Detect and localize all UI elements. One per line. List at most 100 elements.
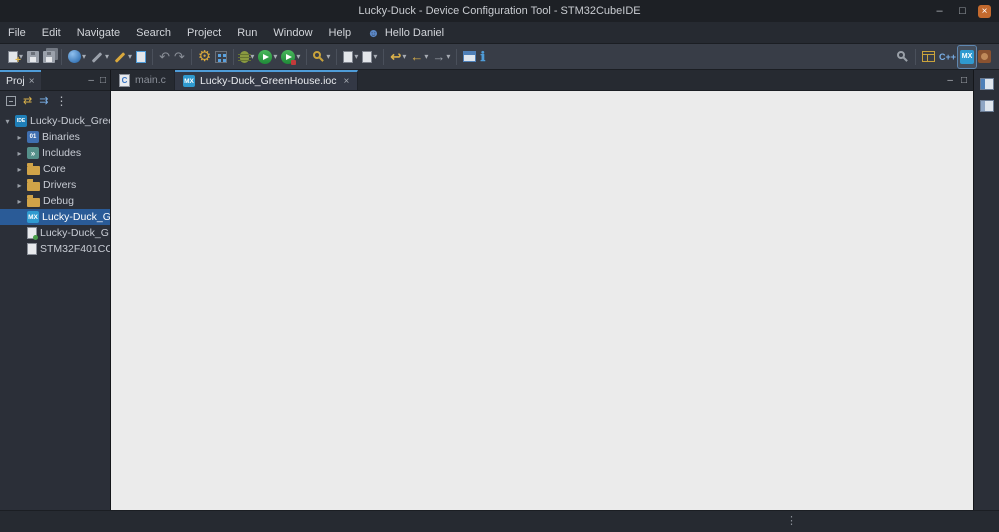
close-icon[interactable]: ×	[344, 76, 350, 87]
collapse-arrow-icon[interactable]: ▸	[15, 197, 24, 206]
restore-view-button-2[interactable]	[979, 100, 994, 112]
tree-item-debug[interactable]: ▸ Debug	[0, 193, 110, 209]
chevron-down-icon[interactable]: ▾	[296, 52, 300, 61]
collapse-all-icon[interactable]	[6, 96, 16, 106]
tree-item-includes[interactable]: ▸ » Includes	[0, 145, 110, 161]
open-element-button[interactable]	[134, 46, 148, 68]
debug-perspective-button[interactable]	[976, 46, 993, 68]
menu-file[interactable]: File	[0, 22, 34, 43]
run-button[interactable]: ▾	[256, 46, 279, 68]
minimize-button[interactable]: –	[932, 4, 947, 19]
flash-programmer-button[interactable]: ▾	[88, 46, 111, 68]
save-button[interactable]	[25, 46, 41, 68]
close-icon[interactable]: ×	[29, 76, 35, 87]
undo-button[interactable]: ↶	[157, 46, 172, 68]
new-wizard-button[interactable]: + ▾	[6, 46, 25, 68]
build-hammer-icon	[113, 50, 127, 64]
chevron-down-icon[interactable]: ▾	[326, 52, 330, 61]
device-configuration-button[interactable]: ⚙	[196, 46, 213, 68]
window-controls: – □ ×	[932, 4, 999, 19]
tree-item-device-file[interactable]: STM32F401CC	[0, 241, 110, 257]
tab-greenhouse-ioc[interactable]: MX Lucky-Duck_GreenHouse.ioc ×	[174, 70, 359, 90]
menu-project[interactable]: Project	[179, 22, 229, 43]
quick-search-icon	[896, 51, 905, 59]
minimize-editor-button[interactable]: –	[947, 75, 953, 86]
target-sphere-icon	[68, 50, 82, 63]
save-all-button[interactable]	[41, 46, 57, 68]
tree-item-core[interactable]: ▸ Core	[0, 161, 110, 177]
chevron-down-icon[interactable]: ▾	[128, 52, 132, 61]
open-perspective-button[interactable]	[920, 46, 937, 68]
explorer-tabbar: Proj × – □	[0, 70, 110, 91]
chevron-down-icon[interactable]: ▾	[82, 52, 86, 61]
menu-edit[interactable]: Edit	[34, 22, 69, 43]
collapse-arrow-icon[interactable]: ▸	[15, 165, 24, 174]
chevron-down-icon[interactable]: ▾	[273, 52, 277, 61]
open-window-button[interactable]	[461, 46, 478, 68]
redo-icon: ↷	[173, 49, 185, 64]
chevron-down-icon[interactable]: ▾	[354, 52, 358, 61]
tree-item-project-root[interactable]: ▾ IDE Lucky-Duck_Gree	[0, 113, 110, 129]
maximize-button[interactable]: □	[955, 4, 970, 19]
back-button[interactable]: ← ▾	[408, 46, 430, 68]
search-button[interactable]: ▾	[311, 46, 332, 68]
maximize-view-button[interactable]: □	[100, 75, 106, 86]
quick-access-search-button[interactable]	[895, 46, 911, 68]
chevron-down-icon[interactable]: ▾	[373, 52, 377, 61]
project-explorer-tab-label: Proj	[6, 75, 25, 87]
about-info-button[interactable]: ℹ	[478, 46, 487, 68]
stm32-target-button[interactable]: ▾	[66, 46, 88, 68]
collapse-arrow-icon[interactable]: ▸	[15, 181, 24, 190]
chevron-down-icon[interactable]: ▾	[424, 52, 428, 61]
build-button[interactable]: ▾	[111, 46, 134, 68]
chevron-down-icon[interactable]: ▾	[446, 52, 450, 61]
focus-on-active-task-icon[interactable]: ⇉	[39, 95, 48, 107]
new-header-file-button[interactable]: ▾	[341, 46, 360, 68]
chevron-down-icon[interactable]: ▾	[402, 52, 406, 61]
flash-tool-icon	[90, 50, 104, 64]
device-configuration-canvas	[111, 91, 973, 510]
minimize-view-button[interactable]: –	[88, 75, 94, 86]
view-menu-icon[interactable]: ⋮	[55, 95, 67, 107]
tree-item-ioc-file[interactable]: MX Lucky-Duck_G	[0, 209, 110, 225]
debug-button[interactable]: ▾	[238, 46, 256, 68]
blue-document-icon	[136, 50, 147, 63]
forward-arrow-icon: →	[432, 49, 446, 64]
user-account[interactable]: ☻ Hello Daniel	[359, 26, 452, 40]
menu-search[interactable]: Search	[128, 22, 179, 43]
main-toolbar: + ▾ ▾ ▾ ▾ ↶ ↷ ⚙ ▾ ▾ ▾ ▾ ▾ ▾ ↩ ▾ ← ▾ → ▾ …	[0, 44, 999, 70]
window-icon	[463, 51, 477, 62]
redo-button[interactable]: ↷	[172, 46, 187, 68]
tab-main-c[interactable]: C main.c	[111, 70, 175, 90]
toolbar-separator	[306, 48, 308, 65]
statusbar-grip-handle[interactable]: ⋮	[786, 514, 797, 527]
collapse-arrow-icon[interactable]: ▸	[15, 133, 24, 142]
toolbar-separator	[190, 48, 192, 65]
editor-area: C main.c MX Lucky-Duck_GreenHouse.ioc × …	[111, 70, 973, 510]
expand-arrow-icon[interactable]: ▾	[3, 117, 12, 126]
cpp-perspective-button[interactable]: C++	[937, 46, 958, 68]
menu-help[interactable]: Help	[321, 22, 360, 43]
maximize-editor-button[interactable]: □	[961, 75, 967, 86]
menu-run[interactable]: Run	[229, 22, 265, 43]
tree-item-drivers[interactable]: ▸ Drivers	[0, 177, 110, 193]
link-with-editor-icon[interactable]: ⇄	[23, 95, 32, 107]
menu-navigate[interactable]: Navigate	[69, 22, 128, 43]
tree-item-binaries[interactable]: ▸ 01 Binaries	[0, 129, 110, 145]
device-config-perspective-button[interactable]: MX	[957, 44, 977, 69]
tree-item-launch-file[interactable]: Lucky-Duck_G	[0, 225, 110, 241]
close-button[interactable]: ×	[978, 4, 991, 18]
new-source-file-button[interactable]: ▾	[360, 46, 379, 68]
tab-project-explorer[interactable]: Proj ×	[0, 70, 41, 90]
debug-perspective-icon	[978, 50, 991, 63]
chevron-down-icon[interactable]: ▾	[105, 52, 109, 61]
chip-programmer-button[interactable]	[213, 46, 229, 68]
forward-button[interactable]: → ▾	[430, 46, 452, 68]
external-tools-button[interactable]: ▾	[279, 46, 302, 68]
collapse-arrow-icon[interactable]: ▸	[15, 149, 24, 158]
last-edit-location-button[interactable]: ↩ ▾	[388, 46, 408, 68]
toolbar-separator	[233, 48, 235, 65]
menubar: File Edit Navigate Search Project Run Wi…	[0, 22, 999, 44]
menu-window[interactable]: Window	[265, 22, 320, 43]
restore-view-button[interactable]	[979, 78, 994, 90]
